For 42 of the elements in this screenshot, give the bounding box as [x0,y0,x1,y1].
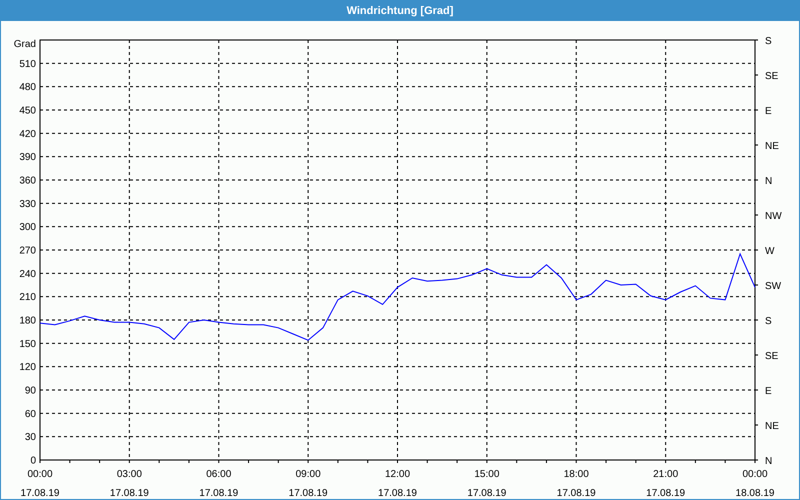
axis-label: 210 [19,292,36,304]
axis-label: 270 [19,246,36,256]
axis-label: 300 [19,222,36,234]
axis-label: 150 [19,338,36,350]
axis-label: 0 [30,456,36,466]
axis-label: 420 [19,128,36,140]
axis-label: 15:00 17.08.19 [467,469,506,499]
axis-label: N [765,176,772,187]
axis-label: NW [765,211,782,222]
axis-label: 21:00 17.08.19 [646,469,686,499]
axis-label: SE [765,71,778,82]
axis-label: 120 [19,362,36,374]
axis-label: 240 [19,268,36,280]
axis-label: SE [765,351,778,362]
axis-label: 330 [19,198,36,210]
axis-label: E [765,106,772,117]
axis-label: 90 [24,386,36,396]
axis-label: 09:00 17.08.19 [288,469,328,499]
axis-label: 18:00 17.08.19 [556,469,596,499]
axis-label: 12:00 17.08.19 [378,469,417,499]
axis-label: 60 [24,408,36,420]
axis-title: Grad [14,39,36,50]
axis-label: 06:00 17.08.19 [199,469,238,499]
axis-label: 480 [19,82,36,94]
axis-label: 03:00 17.08.19 [110,469,149,499]
axis-label: S [765,316,772,327]
axis-label: 390 [19,152,36,164]
axis-label: 30 [24,432,36,444]
axis-label: N [765,456,772,467]
axis-label: 00:00 17.08.19 [20,469,60,499]
axis-label: W [765,246,774,257]
axis-label: 450 [19,106,36,116]
axis-label: 360 [19,176,36,186]
axis-label: 180 [19,316,36,326]
axis-label: 00:00 18.08.19 [736,469,774,499]
axis-label: SW [765,281,782,292]
axis-label: S [765,36,772,47]
axis-label: 510 [19,58,36,70]
axis-label: NE [765,141,779,152]
window-title: Windrichtung [Grad] [1,1,799,21]
axis-label: NE [765,421,779,432]
axis-label: E [765,386,772,397]
